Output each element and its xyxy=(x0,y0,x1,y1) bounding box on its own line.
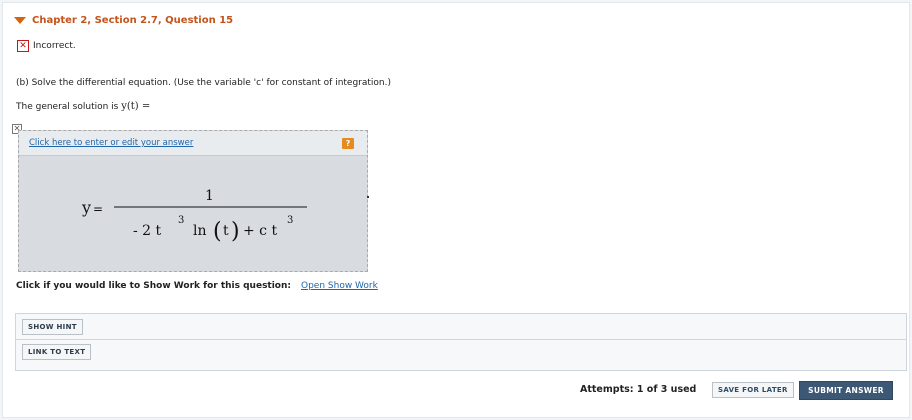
formula-denominator-term1: - 2 t xyxy=(133,223,162,239)
status-row: ✕ Incorrect. xyxy=(17,40,76,52)
attempts-counter: Attempts: 1 of 3 used xyxy=(580,384,697,395)
general-solution-text: The general solution is xyxy=(16,102,122,112)
show-work-label: Click if you would like to Show Work for… xyxy=(16,281,291,291)
general-solution-label: The general solution is y(t) = xyxy=(16,101,150,112)
open-show-work-link[interactable]: Open Show Work xyxy=(301,281,378,291)
link-to-text-button[interactable]: LINK TO TEXT xyxy=(22,344,92,360)
status-text: Incorrect. xyxy=(33,41,76,51)
incorrect-x-icon: ✕ xyxy=(17,40,29,52)
formula-paren-open: ( xyxy=(213,219,222,244)
show-work-row: Click if you would like to Show Work for… xyxy=(16,281,378,291)
formula-lhs: y xyxy=(81,198,91,217)
answer-toolbar: Click here to enter or edit your answer … xyxy=(19,131,367,156)
collapse-triangle-icon[interactable] xyxy=(14,16,26,24)
answer-box[interactable]: Click here to enter or edit your answer … xyxy=(18,130,368,272)
help-icon[interactable]: ? xyxy=(342,138,354,149)
answer-formula: y = 1 - 2 t 3 ln ( t ) + c t 3 xyxy=(81,188,307,244)
save-for-later-button[interactable]: SAVE FOR LATER xyxy=(712,382,794,398)
question-panel: Chapter 2, Section 2.7, Question 15 ✕ In… xyxy=(2,2,910,418)
formula-ln: ln xyxy=(193,223,207,239)
formula-equals: = xyxy=(93,202,103,216)
show-hint-button[interactable]: SHOW HINT xyxy=(22,319,83,335)
formula-numerator: 1 xyxy=(205,188,214,204)
formula-variable-t: t xyxy=(223,223,229,239)
submit-answer-button[interactable]: SUBMIT ANSWER xyxy=(799,381,893,400)
hint-panel: SHOW HINT LINK TO TEXT xyxy=(15,313,907,371)
general-solution-math: y(t) = xyxy=(121,101,151,112)
trailing-period xyxy=(367,196,369,198)
formula-denominator-term2: + c t xyxy=(243,223,277,239)
edit-answer-link[interactable]: Click here to enter or edit your answer xyxy=(29,138,193,148)
formula-paren-close: ) xyxy=(231,219,240,244)
question-part-text: (b) Solve the differential equation. (Us… xyxy=(16,78,392,88)
formula-exponent-1: 3 xyxy=(178,215,184,226)
chapter-title: Chapter 2, Section 2.7, Question 15 xyxy=(32,14,234,26)
hint-divider xyxy=(16,339,906,340)
formula-exponent-2: 3 xyxy=(287,215,293,226)
chapter-header[interactable]: Chapter 2, Section 2.7, Question 15 xyxy=(14,13,233,27)
